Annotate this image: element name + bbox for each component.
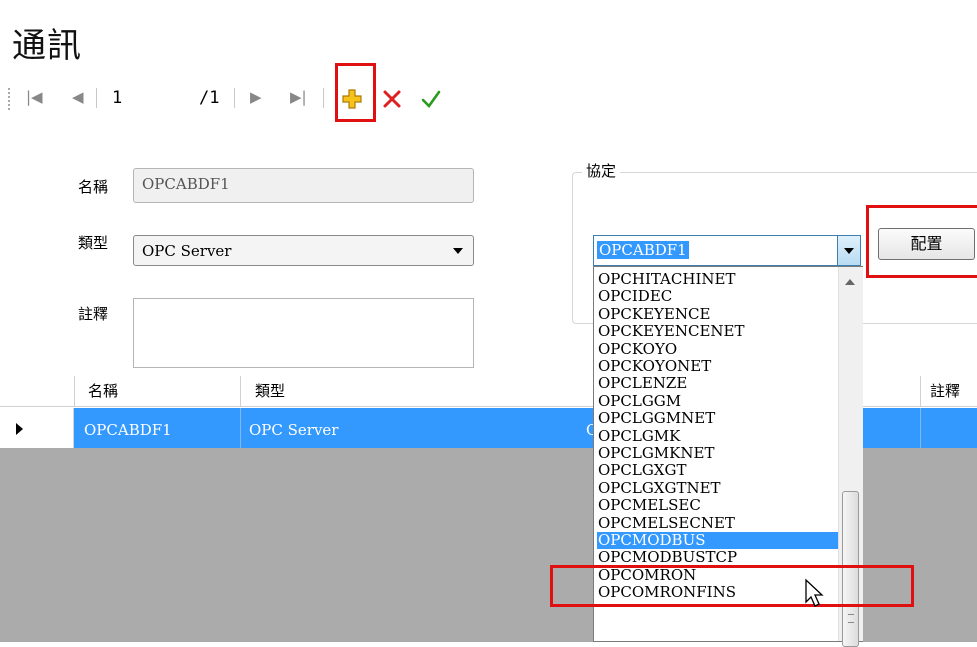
header-comment[interactable]: 註釋: [930, 380, 960, 401]
type-value: OPC Server: [142, 242, 232, 260]
page-number-input[interactable]: 1: [108, 84, 194, 112]
option-highlight-box: [550, 565, 914, 607]
plus-icon: [342, 89, 362, 109]
nav-divider: [96, 88, 97, 108]
cell-separator: [240, 408, 241, 448]
dropdown-option[interactable]: OPCLGXGTNET: [597, 479, 838, 497]
delete-button[interactable]: [382, 89, 402, 109]
confirm-button[interactable]: [420, 89, 442, 109]
dropdown-option[interactable]: OPCLGGMNET: [597, 410, 838, 427]
comment-textarea[interactable]: [133, 298, 474, 368]
first-page-icon: |◀: [26, 88, 43, 106]
row-header-cell: [0, 408, 74, 448]
last-page-icon: ▶|: [290, 88, 307, 106]
dropdown-option[interactable]: OPCKEYENCE: [597, 305, 838, 323]
protocol-legend: 協定: [582, 160, 621, 181]
dropdown-option[interactable]: OPCLGMK: [597, 427, 838, 445]
name-label: 名稱: [78, 178, 109, 196]
row-name: OPCABDF1: [84, 421, 172, 439]
header-name[interactable]: 名稱: [88, 380, 118, 401]
config-button[interactable]: 配置: [878, 228, 975, 260]
previous-page-button[interactable]: ◀: [72, 88, 84, 106]
toolbar-grip: [8, 88, 13, 110]
type-select[interactable]: OPC Server: [133, 235, 474, 266]
protocol-selected-value: OPCABDF1: [597, 241, 689, 259]
dropdown-option[interactable]: OPCIDEC: [597, 288, 838, 305]
protocol-select[interactable]: OPCABDF1: [593, 235, 861, 266]
cell-separator: [920, 408, 921, 448]
dropdown-option[interactable]: OPCMELSECNET: [597, 514, 838, 532]
name-field[interactable]: OPCABDF1: [133, 168, 474, 203]
dropdown-option[interactable]: OPCKOYONET: [597, 358, 838, 375]
first-page-button[interactable]: |◀: [26, 88, 43, 106]
dropdown-option[interactable]: OPCLENZE: [597, 375, 838, 392]
chevron-down-icon: [453, 248, 463, 254]
cursor-icon: [805, 578, 824, 607]
chevron-down-icon: [844, 248, 854, 254]
row-type: OPC Server: [249, 421, 339, 439]
config-button-label: 配置: [910, 234, 943, 253]
protocol-dropdown-button[interactable]: [837, 236, 860, 265]
dropdown-option[interactable]: OPCMODBUSTCP: [597, 549, 838, 566]
dropdown-option[interactable]: OPCKEYENCENET: [597, 323, 838, 340]
add-button[interactable]: [341, 88, 363, 110]
dropdown-option[interactable]: OPCLGXGT: [597, 462, 838, 479]
header-separator: [920, 376, 921, 406]
page-total: /1: [199, 88, 220, 108]
page-title: 通訊: [12, 26, 82, 66]
row-pointer-icon: [16, 423, 23, 435]
thumb-grip-icon: [848, 614, 854, 623]
header-separator: [74, 376, 75, 406]
dropdown-option[interactable]: OPCKOYO: [597, 340, 838, 358]
next-page-icon: ▶: [250, 88, 262, 106]
nav-divider: [323, 88, 324, 108]
check-icon: [421, 90, 441, 109]
header-separator: [240, 376, 241, 406]
nav-divider: [234, 88, 235, 108]
dropdown-option[interactable]: OPCMODBUS: [597, 532, 838, 549]
type-label: 類型: [78, 234, 109, 252]
name-value: OPCABDF1: [142, 175, 230, 193]
close-icon: [383, 90, 401, 108]
header-type[interactable]: 類型: [255, 380, 285, 401]
next-page-button[interactable]: ▶: [250, 88, 262, 106]
comment-label: 註釋: [78, 305, 109, 323]
last-page-button[interactable]: ▶|: [290, 88, 307, 106]
dropdown-option[interactable]: OPCLGGM: [597, 392, 838, 410]
scroll-up-icon[interactable]: [845, 279, 855, 285]
dropdown-option[interactable]: OPCMELSEC: [597, 497, 838, 514]
dropdown-option[interactable]: OPCHITACHINET: [597, 271, 838, 288]
previous-page-icon: ◀: [72, 88, 84, 106]
dropdown-option[interactable]: OPCLGMKNET: [597, 445, 838, 462]
